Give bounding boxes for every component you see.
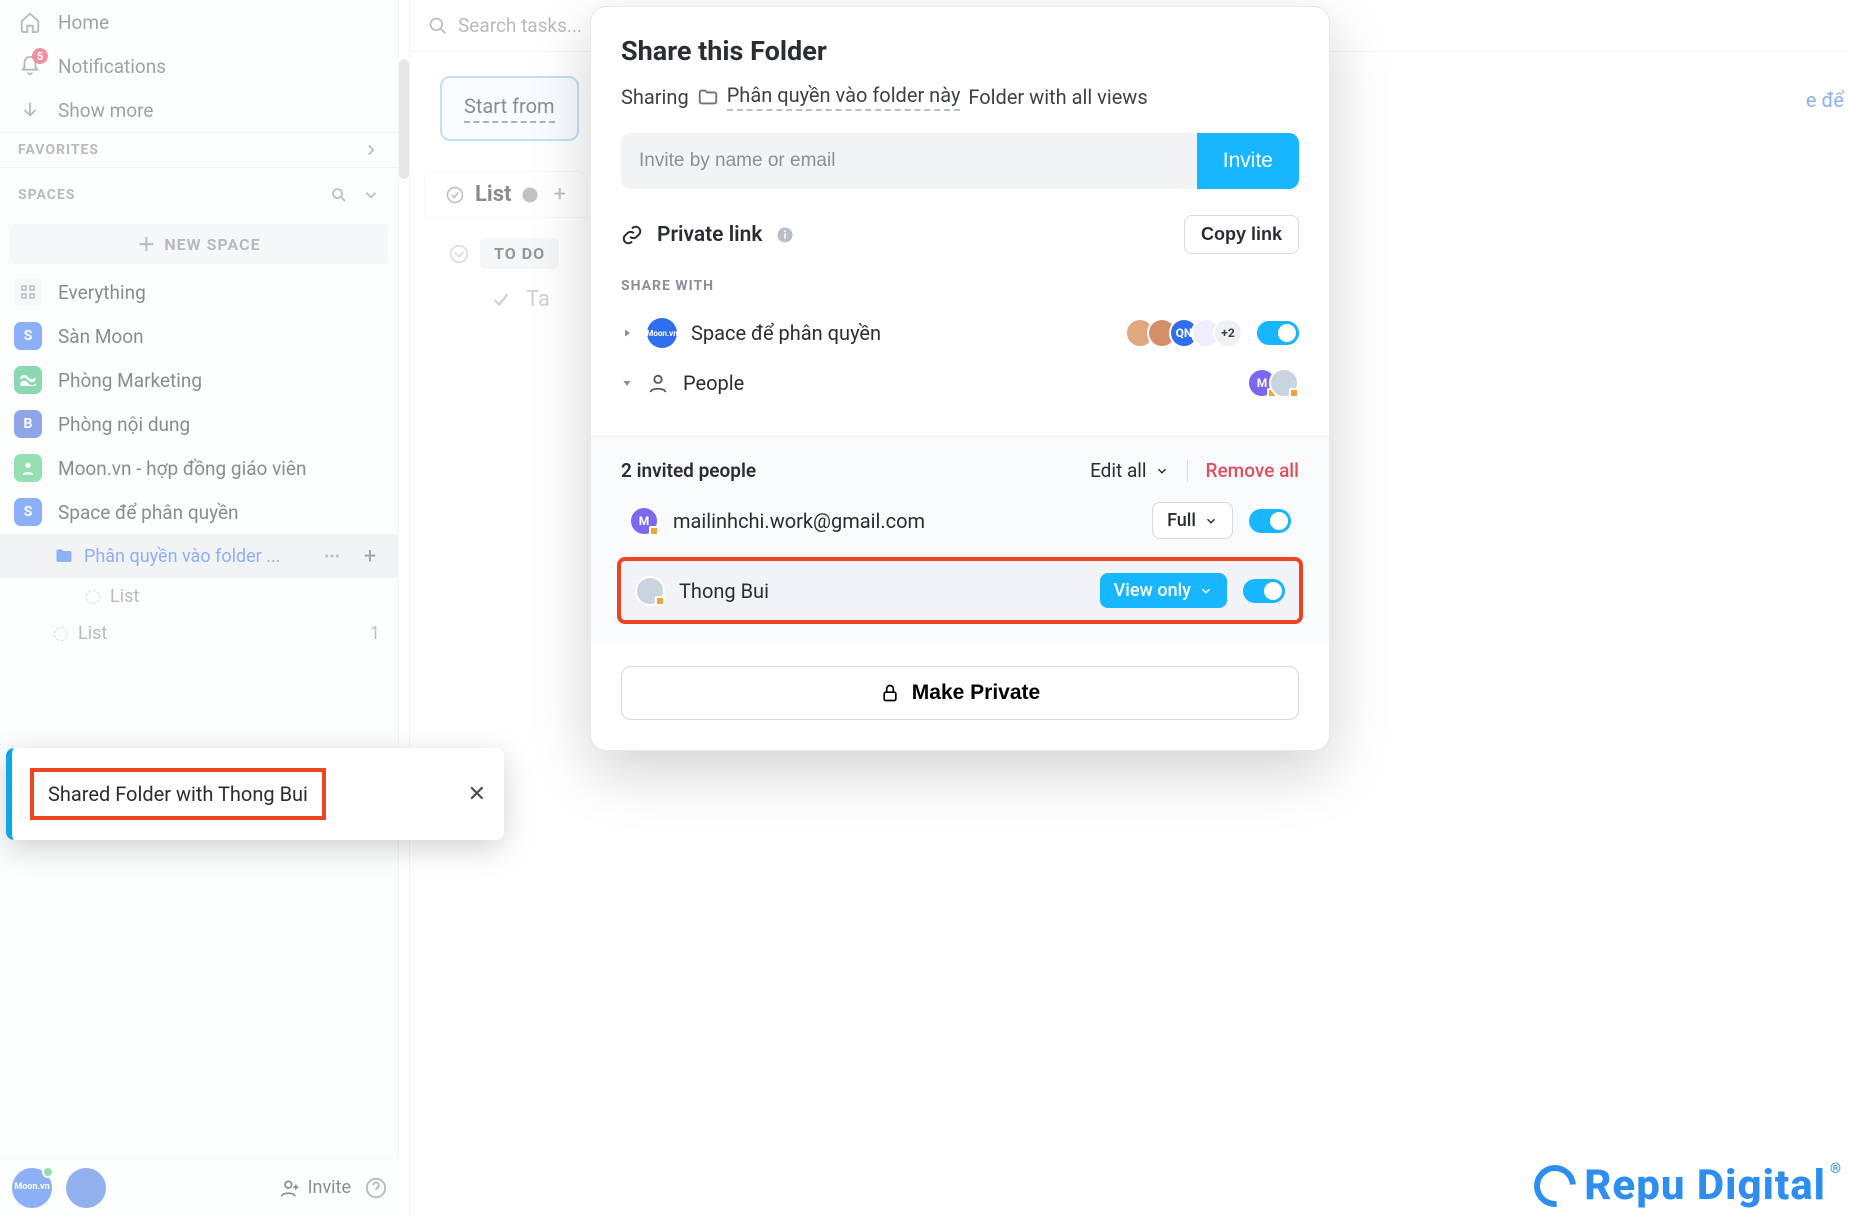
- toggle-switch[interactable]: [1257, 321, 1299, 345]
- chevron-down-icon: [1199, 584, 1213, 598]
- person-row: M mailinhchi.work@gmail.com Full: [621, 490, 1299, 551]
- sharing-label: Sharing: [621, 85, 689, 109]
- folder-suffix: Folder with all views: [968, 85, 1147, 109]
- folder-name[interactable]: Phân quyền vào folder này: [727, 83, 961, 111]
- permission-label: View only: [1114, 580, 1191, 601]
- invited-count: 2 invited people: [621, 459, 756, 482]
- make-private-label: Make Private: [912, 681, 1040, 705]
- brand-logo-icon: [1526, 1156, 1585, 1215]
- avatar: [635, 576, 665, 606]
- people-label: People: [683, 371, 744, 395]
- info-icon[interactable]: [776, 226, 794, 244]
- make-private-button[interactable]: Make Private: [621, 666, 1299, 720]
- permission-dropdown[interactable]: View only: [1100, 573, 1227, 608]
- caret-right-icon[interactable]: [621, 327, 633, 339]
- private-link-label: Private link: [657, 223, 762, 247]
- avatar-stack[interactable]: M: [1247, 368, 1299, 398]
- remove-all-button[interactable]: Remove all: [1206, 459, 1299, 482]
- brand-watermark: Repu Digital®: [1534, 1161, 1842, 1210]
- edit-all-label: Edit all: [1090, 459, 1146, 482]
- space-avatar: Moon.vn: [647, 318, 677, 348]
- avatar-count: +2: [1213, 318, 1243, 348]
- person-name: mailinhchi.work@gmail.com: [673, 509, 925, 533]
- person-row-highlighted: Thong Bui View only: [621, 561, 1299, 620]
- toggle-switch[interactable]: [1243, 579, 1285, 603]
- permission-label: Full: [1167, 510, 1196, 531]
- chevron-down-icon: [1204, 514, 1218, 528]
- toast-notification: Shared Folder with Thong Bui ✕: [6, 748, 504, 840]
- avatar: M: [629, 506, 659, 536]
- space-share-label: Space để phân quyền: [691, 321, 881, 345]
- person-name: Thong Bui: [679, 579, 769, 603]
- toast-text: Shared Folder with Thong Bui: [30, 768, 326, 820]
- share-row-space[interactable]: Moon.vn Space để phân quyền QN +2: [621, 308, 1299, 358]
- modal-title: Share this Folder: [621, 35, 1299, 67]
- caret-down-icon[interactable]: [621, 377, 633, 389]
- invite-button[interactable]: Invite: [1197, 133, 1299, 189]
- invite-input[interactable]: [621, 133, 1197, 189]
- lock-icon: [880, 683, 900, 703]
- link-icon: [621, 224, 643, 246]
- close-icon[interactable]: ✕: [468, 782, 486, 807]
- folder-icon: [697, 86, 719, 108]
- share-row-people[interactable]: People M: [621, 358, 1299, 408]
- avatar-stack[interactable]: QN +2: [1125, 318, 1243, 348]
- copy-link-button[interactable]: Copy link: [1184, 215, 1299, 254]
- toggle-switch[interactable]: [1249, 509, 1291, 533]
- edit-all-button[interactable]: Edit all: [1090, 459, 1168, 482]
- person-icon: [647, 372, 669, 394]
- chevron-down-icon: [1155, 464, 1169, 478]
- brand-text: Repu Digital: [1584, 1161, 1826, 1210]
- permission-dropdown[interactable]: Full: [1152, 502, 1233, 539]
- share-with-header: SHARE WITH: [621, 278, 1299, 294]
- share-modal: Share this Folder Sharing Phân quyền vào…: [590, 6, 1330, 751]
- avatar: [1269, 368, 1299, 398]
